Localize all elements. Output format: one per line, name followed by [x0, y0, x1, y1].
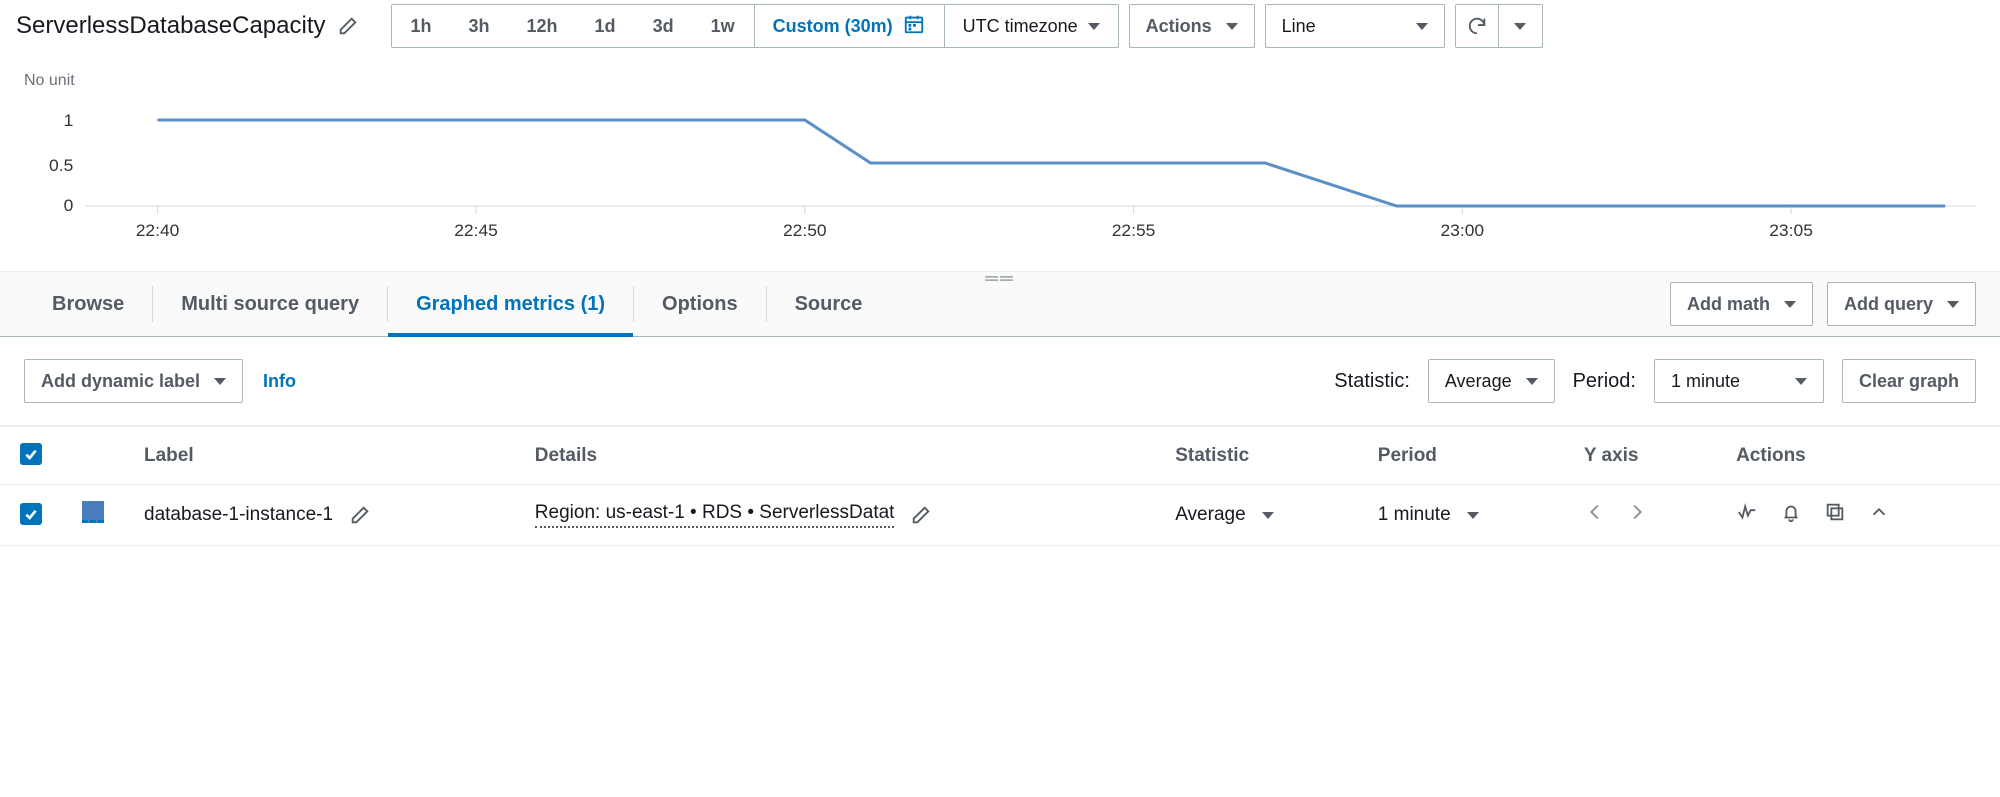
statistic-value: Average: [1445, 371, 1512, 392]
chart-type-select[interactable]: Line: [1265, 4, 1445, 48]
xtick-5: 23:05: [1769, 220, 1813, 240]
refresh-button[interactable]: [1455, 4, 1499, 48]
table-row: database-1-instance-1 Region: us-east-1 …: [0, 485, 2000, 546]
info-link[interactable]: Info: [263, 371, 296, 392]
time-range-1w[interactable]: 1w: [693, 5, 754, 47]
time-range-1h[interactable]: 1h: [392, 5, 450, 47]
caret-down-icon: [1467, 512, 1479, 519]
time-range-bar: 1h 3h 12h 1d 3d 1w Custom (30m) UTC time…: [391, 4, 1118, 48]
calendar-icon: [903, 13, 925, 40]
yaxis-left-button[interactable]: [1584, 501, 1606, 529]
timezone-select[interactable]: UTC timezone: [944, 5, 1118, 47]
select-all-checkbox[interactable]: [20, 443, 42, 465]
caret-down-icon: [1947, 301, 1959, 308]
xtick-1: 22:45: [454, 220, 498, 240]
collapse-icon[interactable]: [1868, 501, 1890, 529]
edit-details-icon[interactable]: [910, 504, 932, 526]
add-query-button[interactable]: Add query: [1827, 282, 1976, 326]
row-checkbox[interactable]: [20, 503, 42, 525]
caret-down-icon: [1526, 378, 1538, 385]
caret-down-icon: [1784, 301, 1796, 308]
col-actions: Actions: [1716, 427, 2000, 485]
caret-down-icon: [1088, 23, 1100, 30]
statistic-select[interactable]: Average: [1428, 359, 1555, 403]
caret-down-icon: [1226, 23, 1238, 30]
xtick-2: 22:50: [783, 220, 827, 240]
time-range-1d[interactable]: 1d: [577, 5, 635, 47]
ytick-1: 1: [64, 110, 74, 130]
time-range-3h[interactable]: 3h: [451, 5, 509, 47]
tab-graphed-metrics[interactable]: Graphed metrics (1): [388, 272, 633, 336]
row-statistic-select[interactable]: Average: [1175, 504, 1338, 526]
statistic-label: Statistic:: [1334, 370, 1410, 393]
period-label: Period:: [1573, 370, 1636, 393]
time-range-3d[interactable]: 3d: [635, 5, 693, 47]
edit-label-icon[interactable]: [349, 504, 371, 526]
row-details-link[interactable]: Region: us-east-1 • RDS • ServerlessData…: [535, 502, 895, 528]
series-color-swatch[interactable]: [82, 501, 104, 523]
caret-down-icon: [1262, 512, 1274, 519]
xtick-3: 22:55: [1112, 220, 1156, 240]
time-range-12h[interactable]: 12h: [509, 5, 577, 47]
actions-label: Actions: [1146, 16, 1212, 37]
add-dynamic-label-button[interactable]: Add dynamic label: [24, 359, 243, 403]
caret-down-icon: [1795, 378, 1807, 385]
alarm-icon[interactable]: [1780, 501, 1802, 529]
tab-source[interactable]: Source: [767, 272, 891, 336]
time-range-custom-label: Custom (30m): [773, 16, 893, 37]
add-query-label: Add query: [1844, 294, 1933, 315]
caret-down-icon: [214, 378, 226, 385]
caret-down-icon: [1416, 23, 1428, 30]
col-details: Details: [515, 427, 1155, 485]
period-value: 1 minute: [1671, 371, 1740, 392]
caret-down-icon: [1514, 23, 1526, 30]
col-yaxis: Y axis: [1564, 427, 1716, 485]
metric-chart: 1 0.5 0 22:40 22:45 22:50 22:55 23:00 23…: [24, 96, 1976, 256]
row-label: database-1-instance-1: [144, 504, 333, 526]
col-statistic: Statistic: [1155, 427, 1358, 485]
refresh-options-button[interactable]: [1499, 4, 1543, 48]
add-math-label: Add math: [1687, 294, 1770, 315]
duplicate-icon[interactable]: [1824, 501, 1846, 529]
clear-graph-button[interactable]: Clear graph: [1842, 359, 1976, 403]
col-label: Label: [124, 427, 515, 485]
tab-browse[interactable]: Browse: [24, 272, 152, 336]
add-dynamic-label-text: Add dynamic label: [41, 371, 200, 392]
ytick-05: 0.5: [49, 155, 73, 175]
actions-dropdown[interactable]: Actions: [1129, 4, 1255, 48]
row-period-value: 1 minute: [1378, 504, 1451, 526]
row-period-select[interactable]: 1 minute: [1378, 504, 1544, 526]
tab-multi-source-query[interactable]: Multi source query: [153, 272, 387, 336]
xtick-4: 23:00: [1440, 220, 1484, 240]
clear-graph-label: Clear graph: [1859, 371, 1959, 392]
chart-unit-label: No unit: [24, 72, 1976, 90]
tab-options[interactable]: Options: [634, 272, 766, 336]
col-period: Period: [1358, 427, 1564, 485]
edit-title-icon[interactable]: [337, 15, 359, 37]
time-range-custom[interactable]: Custom (30m): [754, 5, 944, 47]
add-math-button[interactable]: Add math: [1670, 282, 1813, 326]
anomaly-detection-icon[interactable]: [1736, 501, 1758, 529]
drag-handle-icon[interactable]: ══: [985, 268, 1015, 289]
xtick-0: 22:40: [136, 220, 180, 240]
series-line: [158, 120, 1946, 206]
page-title: ServerlessDatabaseCapacity: [16, 12, 325, 40]
ytick-0: 0: [64, 195, 74, 215]
row-statistic-value: Average: [1175, 504, 1245, 526]
metrics-table: Label Details Statistic Period Y axis Ac…: [0, 426, 2000, 546]
yaxis-right-button[interactable]: [1626, 501, 1648, 529]
timezone-label: UTC timezone: [963, 16, 1078, 37]
period-select[interactable]: 1 minute: [1654, 359, 1824, 403]
chart-type-value: Line: [1282, 16, 1316, 37]
